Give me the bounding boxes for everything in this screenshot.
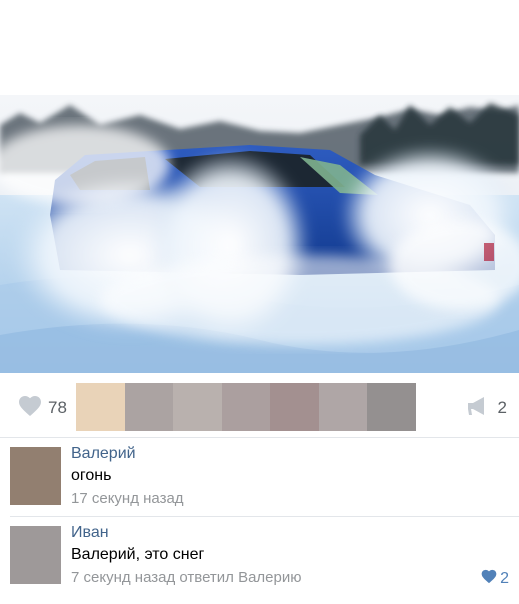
comment-like-button[interactable]: 2 [481,569,509,589]
comment-item: Валерий огонь 17 секунд назад [0,437,519,517]
comment-time[interactable]: 17 секунд назад [71,490,184,507]
comment-text: Валерий, это снег [71,546,205,563]
avatar[interactable] [10,526,61,584]
heart-icon [18,395,42,422]
post-photo[interactable] [0,95,519,373]
color-swatch [173,383,222,431]
like-button[interactable]: 78 [18,395,67,422]
color-swatch [367,383,417,431]
color-swatch [318,383,368,431]
comment-item: Иван Валерий, это снег 7 секунд назад от… [0,516,519,596]
likes-count: 78 [48,398,67,417]
avatar[interactable] [10,447,61,505]
comment-text: огонь [71,467,112,484]
heart-filled-icon [481,569,497,589]
comment-author[interactable]: Иван [71,524,109,542]
megaphone-icon [466,395,490,422]
shares-count: 2 [497,398,507,417]
share-button[interactable]: 2 [466,396,507,420]
color-palette [76,383,417,431]
comment-likes-count: 2 [500,570,509,587]
color-swatch [124,383,174,431]
car-in-snow-image [0,95,519,373]
post-actions-bar: 78 2 [0,380,519,436]
color-swatch [221,383,271,431]
color-swatch [76,383,125,431]
comment-author[interactable]: Валерий [71,445,136,463]
comment-time[interactable]: 7 секунд назад ответил Валерию [71,569,302,586]
color-swatch [270,383,319,431]
